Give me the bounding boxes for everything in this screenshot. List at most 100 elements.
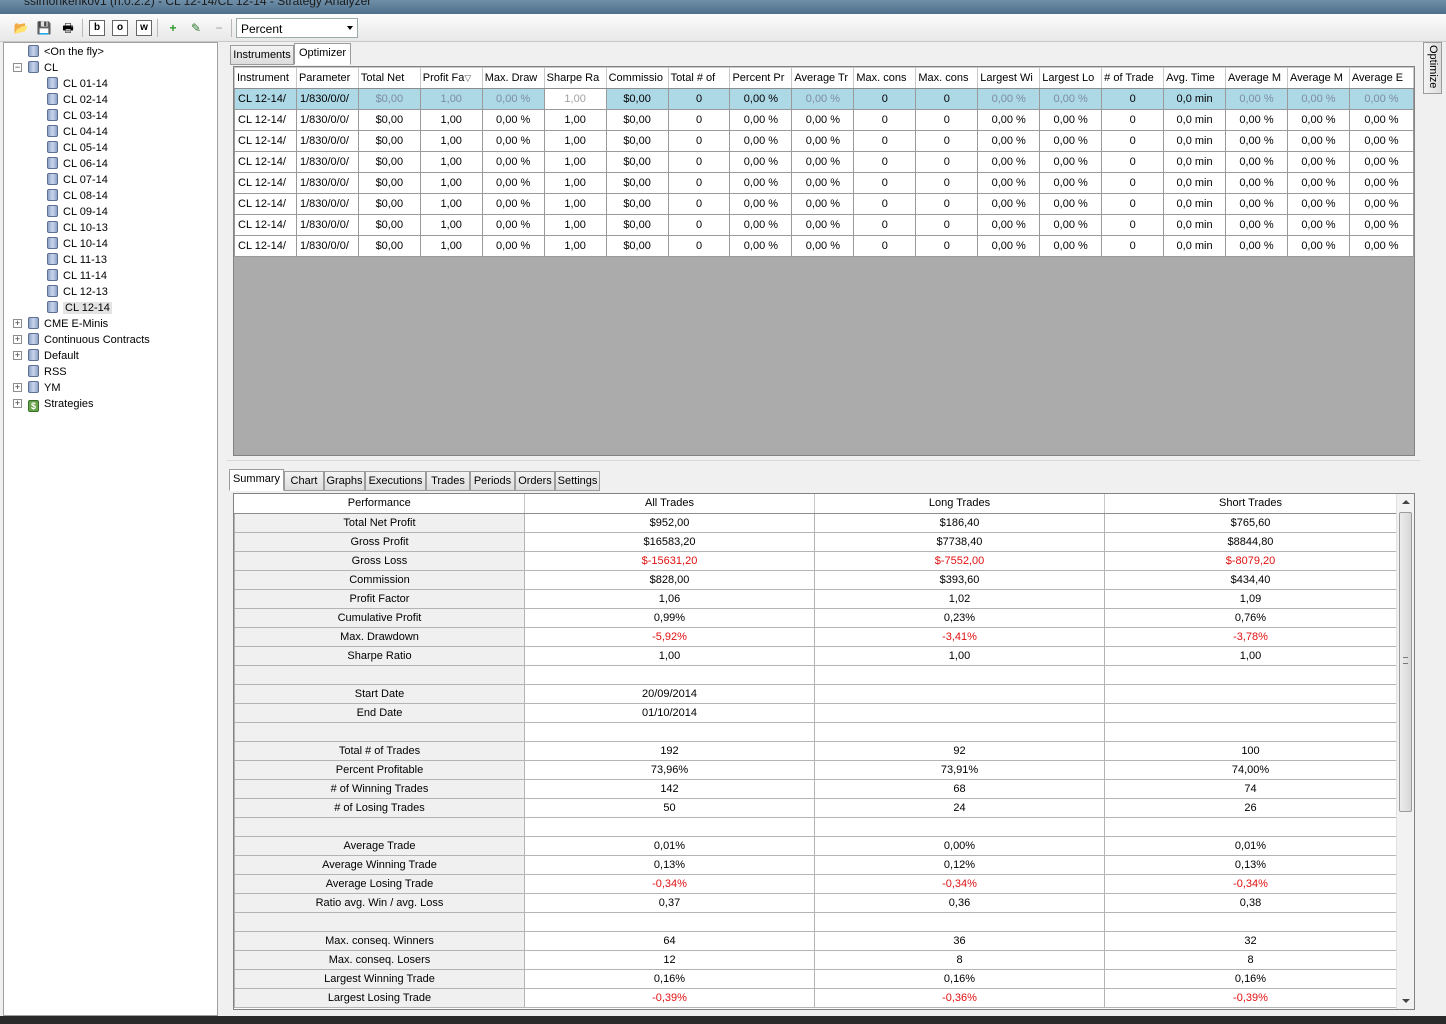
- table-cell[interactable]: 1,00: [543, 214, 607, 236]
- scroll-thumb[interactable]: [1399, 512, 1412, 812]
- table-cell[interactable]: 0,00 %: [1348, 151, 1415, 173]
- table-cell[interactable]: CL 12-14/: [234, 235, 297, 257]
- table-row[interactable]: CL 12-14/1/830/0/0/$0,00 1,00 0,00 % 1,00 $0…: [234, 193, 1415, 215]
- column-header[interactable]: Profit Fa▽: [419, 67, 483, 89]
- table-row[interactable]: CL 12-14/1/830/0/0/$0,00 1,00 0,00 % 1,00 $0…: [234, 130, 1415, 152]
- table-cell[interactable]: 0,00 %: [1039, 214, 1103, 236]
- tree-item[interactable]: CL 11-14: [47, 268, 107, 284]
- table-cell[interactable]: 0: [1101, 151, 1165, 173]
- table-cell[interactable]: 0,0 min: [1163, 214, 1227, 236]
- column-header[interactable]: # of Trade: [1101, 67, 1165, 89]
- table-cell[interactable]: 0,00 %: [729, 109, 793, 131]
- table-cell[interactable]: $0,00: [357, 193, 421, 215]
- tree-item[interactable]: CL 11-13: [47, 252, 107, 268]
- tree-item[interactable]: <On the fly>: [28, 44, 104, 60]
- table-cell[interactable]: 0,0 min: [1163, 130, 1227, 152]
- tree-item[interactable]: CL 05-14: [47, 140, 108, 156]
- table-cell[interactable]: 0: [1101, 214, 1165, 236]
- save-icon[interactable]: 💾: [35, 19, 53, 37]
- table-cell[interactable]: 0: [853, 214, 917, 236]
- table-cell[interactable]: 0: [915, 214, 979, 236]
- table-cell[interactable]: 0,00 %: [791, 235, 855, 257]
- table-cell[interactable]: 1/830/0/0/: [295, 151, 359, 173]
- tree-item[interactable]: CL 07-14: [47, 172, 108, 188]
- table-cell[interactable]: 0,00 %: [1225, 172, 1288, 194]
- table-cell[interactable]: 1,00: [543, 151, 607, 173]
- table-cell[interactable]: 0,00 %: [1225, 130, 1288, 152]
- table-cell[interactable]: 0: [915, 109, 979, 131]
- table-cell[interactable]: $0,00: [357, 172, 421, 194]
- table-cell[interactable]: 0,00 %: [1225, 151, 1288, 173]
- tree-item[interactable]: CL 02-14: [47, 92, 108, 108]
- table-cell[interactable]: 0,00 %: [791, 130, 855, 152]
- table-cell[interactable]: 0,00 %: [791, 214, 855, 236]
- table-row[interactable]: CL 12-14/1/830/0/0/$0,00 1,00 0,00 % 1,00 $0…: [234, 235, 1415, 257]
- table-cell[interactable]: $0,00: [605, 214, 669, 236]
- tree-item[interactable]: CL 10-13: [47, 220, 108, 236]
- table-cell[interactable]: 0: [1101, 235, 1165, 257]
- table-cell[interactable]: 1,00: [419, 172, 483, 194]
- table-cell[interactable]: 0: [667, 235, 731, 257]
- column-header[interactable]: Average M: [1286, 67, 1350, 89]
- table-cell[interactable]: $0,00: [357, 214, 421, 236]
- table-cell[interactable]: 1/830/0/0/: [295, 193, 359, 215]
- column-header[interactable]: Instrument: [234, 67, 297, 89]
- table-cell[interactable]: 1,00: [419, 151, 483, 173]
- table-cell[interactable]: $0,00: [605, 130, 669, 152]
- remove-icon[interactable]: −: [210, 19, 228, 37]
- table-cell[interactable]: 0: [915, 172, 979, 194]
- table-cell[interactable]: 0,00 %: [1039, 88, 1103, 110]
- table-cell[interactable]: 1,00: [419, 193, 483, 215]
- table-cell[interactable]: 0,00 %: [481, 151, 545, 173]
- table-cell[interactable]: 0,00 %: [1348, 214, 1415, 236]
- tab-settings[interactable]: Settings: [555, 471, 600, 491]
- table-cell[interactable]: 0,00 %: [1348, 88, 1415, 110]
- tab-orders[interactable]: Orders: [515, 471, 555, 491]
- table-cell[interactable]: 0,00 %: [729, 151, 793, 173]
- column-header[interactable]: Average M: [1225, 67, 1288, 89]
- table-cell[interactable]: 0,00 %: [1039, 193, 1103, 215]
- table-cell[interactable]: 0: [1101, 172, 1165, 194]
- table-cell[interactable]: $0,00: [357, 151, 421, 173]
- table-cell[interactable]: 0,00 %: [977, 235, 1041, 257]
- table-cell[interactable]: 1/830/0/0/: [295, 88, 359, 110]
- table-cell[interactable]: 0: [853, 172, 917, 194]
- table-cell[interactable]: 0,00 %: [1286, 172, 1350, 194]
- table-cell[interactable]: 0,00 %: [1039, 130, 1103, 152]
- table-cell[interactable]: 1,00: [419, 109, 483, 131]
- table-cell[interactable]: 0,00 %: [1286, 235, 1350, 257]
- table-cell[interactable]: 0,00 %: [481, 109, 545, 131]
- table-cell[interactable]: 0,00 %: [1286, 214, 1350, 236]
- tab-chart[interactable]: Chart: [284, 471, 324, 491]
- table-cell[interactable]: 0: [1101, 193, 1165, 215]
- column-header[interactable]: Average Tr: [791, 67, 855, 89]
- table-cell[interactable]: $0,00: [605, 193, 669, 215]
- table-cell[interactable]: 0: [1101, 88, 1165, 110]
- tab-optimize-side[interactable]: Optimize: [1423, 42, 1442, 94]
- table-cell[interactable]: 0: [1101, 130, 1165, 152]
- table-cell[interactable]: CL 12-14/: [234, 193, 297, 215]
- table-row[interactable]: CL 12-14/1/830/0/0/$0,00 1,00 0,00 % 1,00 $0…: [234, 88, 1415, 110]
- vertical-splitter[interactable]: [218, 42, 226, 1016]
- table-cell[interactable]: $0,00: [357, 130, 421, 152]
- table-cell[interactable]: 0,00 %: [1225, 235, 1288, 257]
- table-cell[interactable]: 0,00 %: [481, 214, 545, 236]
- table-cell[interactable]: 0,0 min: [1163, 172, 1227, 194]
- table-cell[interactable]: 0: [915, 130, 979, 152]
- table-cell[interactable]: 0: [915, 235, 979, 257]
- table-cell[interactable]: 0,00 %: [791, 109, 855, 131]
- tab-optimizer[interactable]: Optimizer: [294, 43, 351, 65]
- table-cell[interactable]: 0,0 min: [1163, 151, 1227, 173]
- tree-item[interactable]: CL 01-14: [47, 76, 108, 92]
- table-row[interactable]: CL 12-14/1/830/0/0/$0,00 1,00 0,00 % 1,00 $0…: [234, 172, 1415, 194]
- table-cell[interactable]: 1,00: [543, 172, 607, 194]
- table-cell[interactable]: 0,00 %: [1286, 151, 1350, 173]
- column-header[interactable]: Percent Pr: [729, 67, 793, 89]
- column-header[interactable]: Largest Lo: [1039, 67, 1103, 89]
- table-cell[interactable]: CL 12-14/: [234, 130, 297, 152]
- table-cell[interactable]: 0,00 %: [481, 130, 545, 152]
- table-cell[interactable]: 1,00: [543, 130, 607, 152]
- column-header[interactable]: Max. cons: [915, 67, 979, 89]
- table-cell[interactable]: 0,00 %: [1039, 235, 1103, 257]
- table-cell[interactable]: 0,00 %: [481, 88, 545, 110]
